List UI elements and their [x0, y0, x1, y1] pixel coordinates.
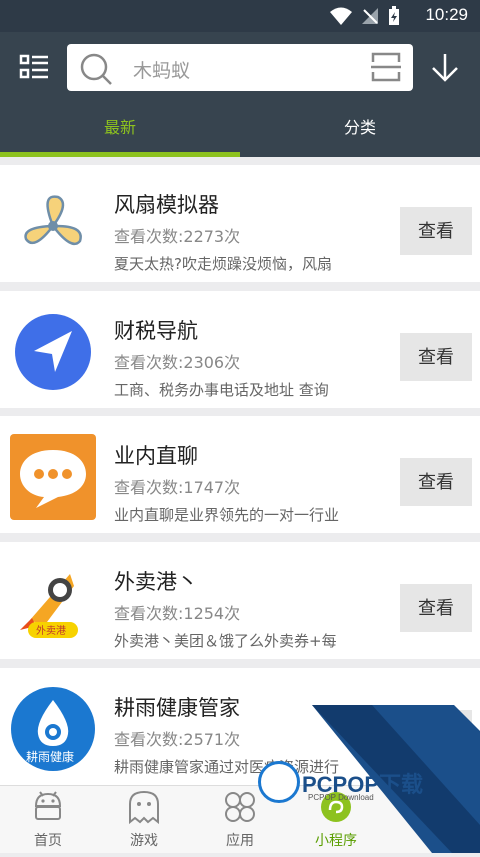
logo-text: 外卖港: [36, 626, 66, 637]
list-item[interactable]: 外卖港 外卖港丶 查看次数:1254次 外卖港丶美团＆饿了么外卖券+每 查看: [0, 542, 480, 659]
tab-bar: 最新 分类: [0, 104, 480, 157]
top-header: 木蚂蚁: [0, 32, 480, 104]
item-views: 查看次数:2571次: [114, 730, 241, 749]
watermark-badge: [258, 761, 300, 803]
signal-icon: [362, 8, 378, 24]
tab-latest[interactable]: 最新: [0, 104, 240, 157]
view-button[interactable]: 查看: [400, 458, 472, 506]
item-description: 外卖港丶美团＆饿了么外卖券+每: [114, 632, 337, 650]
fan-icon: [24, 195, 82, 246]
item-views: 查看次数:1254次: [114, 604, 241, 623]
ghost-icon: [129, 790, 159, 824]
item-name: 耕雨健康管家: [114, 696, 240, 720]
apps-grid-icon: [225, 792, 255, 822]
status-icons: [330, 6, 400, 26]
nav-games[interactable]: 游戏: [96, 786, 192, 854]
item-name: 风扇模拟器: [114, 193, 219, 217]
tab-category[interactable]: 分类: [240, 104, 480, 157]
android-robot-icon: [34, 791, 62, 820]
list-menu-icon[interactable]: [18, 52, 50, 84]
watermark-sub: PCPOP Download: [308, 793, 374, 802]
navigation-arrow-icon: [15, 314, 91, 390]
nav-label: 首页: [34, 833, 62, 849]
wifi-icon: [330, 7, 352, 25]
chat-bubble-icon: [10, 434, 96, 520]
rocket-icon: 外卖港: [10, 560, 96, 646]
list-item[interactable]: 风扇模拟器 查看次数:2273次 夏天太热?吹走烦躁没烦恼，风扇 查看: [0, 165, 480, 282]
list-item[interactable]: 业内直聊 查看次数:1747次 业内直聊是业界领先的一对一行业 查看: [0, 416, 480, 533]
watermark-logo: PCPOP下载 PCPOP Download: [258, 705, 480, 853]
logo-text: 耕雨健康: [26, 750, 75, 764]
nav-home[interactable]: 首页: [0, 786, 96, 854]
list-item[interactable]: 财税导航 查看次数:2306次 工商、税务办事电话及地址 查询 查看: [0, 291, 480, 408]
search-input[interactable]: 木蚂蚁: [67, 44, 413, 91]
status-bar: 10:29: [0, 0, 480, 32]
nav-label: 应用: [226, 833, 254, 849]
battery-icon: [389, 6, 399, 25]
mini-program-list: 风扇模拟器 查看次数:2273次 夏天太热?吹走烦躁没烦恼，风扇 查看 财税导航…: [0, 157, 480, 785]
health-drop-icon: 耕雨健康: [10, 686, 96, 772]
item-views: 查看次数:2306次: [114, 353, 241, 372]
nav-label: 游戏: [130, 833, 158, 849]
view-button[interactable]: 查看: [400, 333, 472, 381]
scan-icon[interactable]: [371, 52, 401, 82]
item-name: 财税导航: [114, 319, 198, 343]
item-views: 查看次数:2273次: [114, 227, 241, 246]
item-views: 查看次数:1747次: [114, 478, 241, 497]
item-name: 业内直聊: [114, 444, 198, 468]
item-description: 业内直聊是业界领先的一对一行业: [114, 506, 340, 524]
search-placeholder: 木蚂蚁: [133, 60, 191, 82]
item-name: 外卖港丶: [114, 570, 198, 594]
view-button[interactable]: 查看: [400, 584, 472, 632]
download-icon[interactable]: [430, 52, 460, 84]
view-button[interactable]: 查看: [400, 207, 472, 255]
search-icon: [80, 53, 112, 85]
item-description: 夏天太热?吹走烦躁没烦恼，风扇: [114, 255, 332, 273]
status-time: 10:29: [425, 5, 468, 24]
item-description: 工商、税务办事电话及地址 查询: [114, 381, 329, 399]
